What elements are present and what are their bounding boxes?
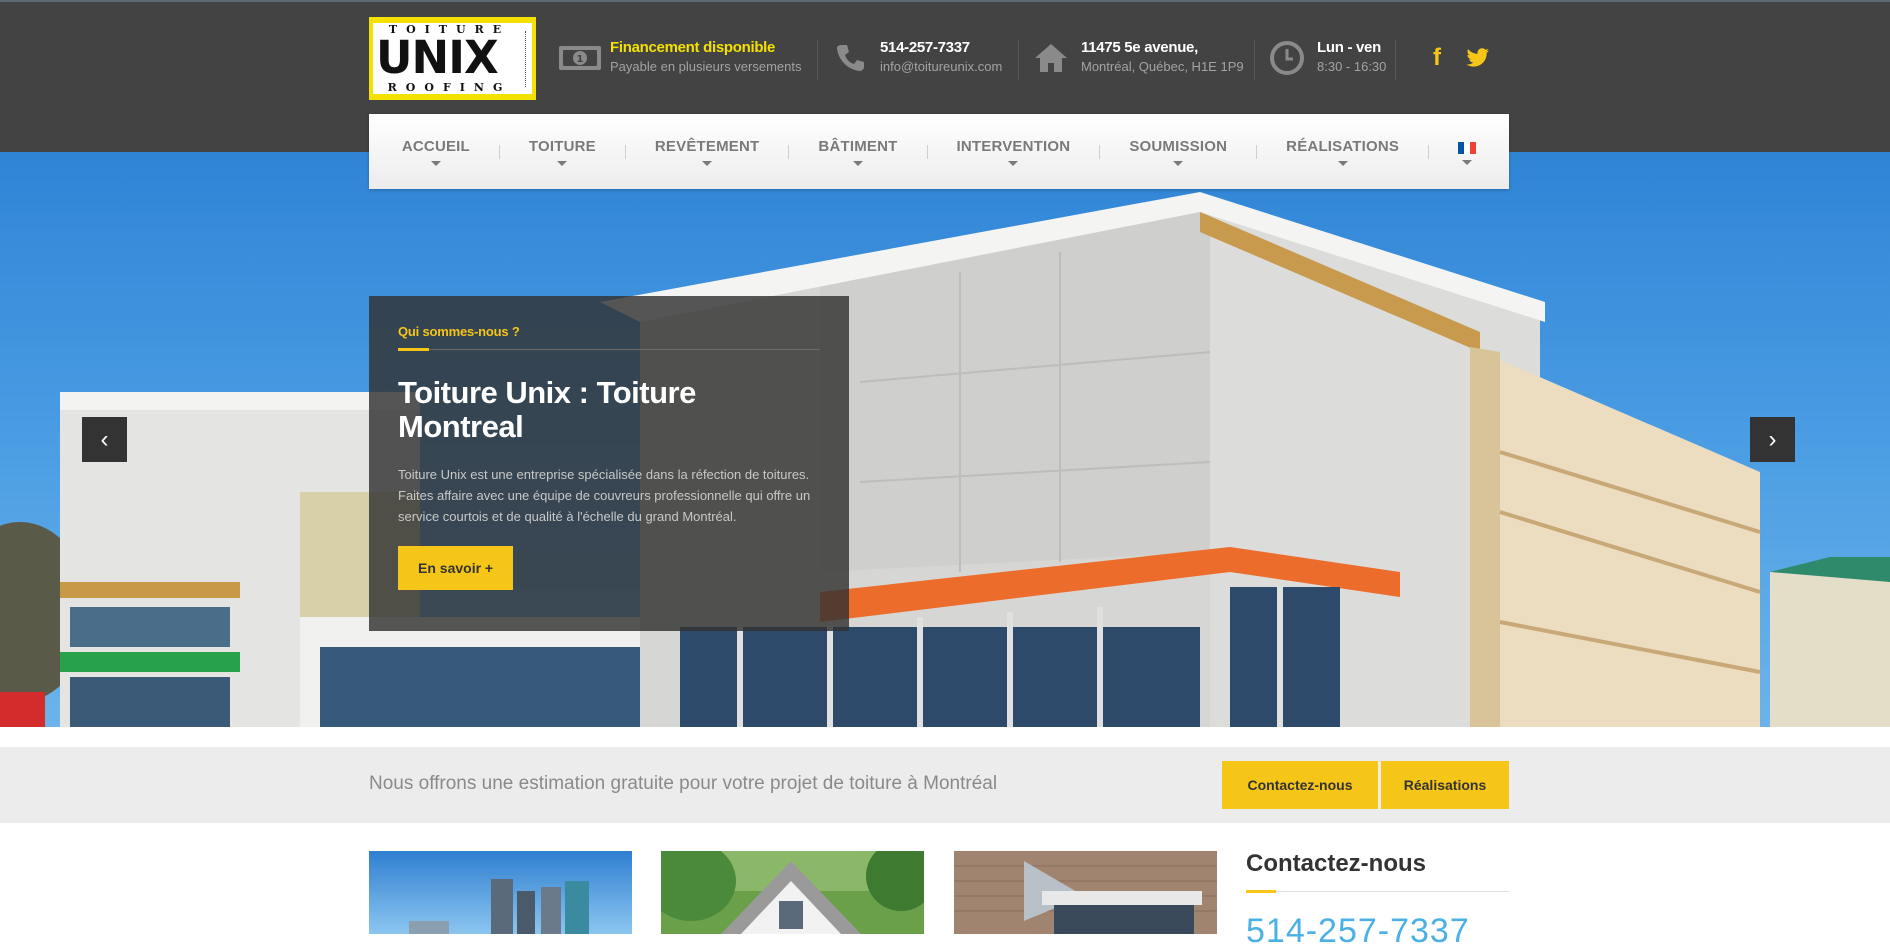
nav-item-intervention[interactable]: INTERVENTION	[928, 114, 1100, 189]
hero-body: Toiture Unix est une entreprise spéciali…	[398, 467, 811, 524]
caret-down-icon	[1008, 160, 1019, 166]
nav-item-toiture[interactable]: TOITURE	[500, 114, 625, 189]
thumbnail-house[interactable]	[661, 851, 924, 934]
logo-side-decoration	[525, 31, 531, 87]
caret-down-icon	[430, 160, 441, 166]
main-navigation: ACCUEIL TOITURE REVÊTEMENT BÂTIMENT INTE…	[369, 114, 1509, 189]
thumbnail-building[interactable]	[954, 851, 1217, 934]
phone-icon	[828, 38, 872, 78]
chevron-left-icon: ‹	[100, 425, 109, 453]
hero-title: Toiture Unix : Toiture Montreal	[398, 375, 696, 444]
financing-title: Financement disponible	[610, 39, 776, 56]
caret-down-icon	[1173, 160, 1184, 166]
address-info: 11475 5e avenue, Montréal, Québec, H1E 1…	[1029, 38, 1244, 82]
hours-days: Lun - ven	[1317, 39, 1381, 56]
home-icon	[1029, 38, 1073, 78]
nav-label: REVÊTEMENT	[654, 137, 760, 155]
address-line-1: 11475 5e avenue,	[1081, 39, 1198, 56]
info-divider	[1395, 40, 1396, 80]
chevron-right-icon: ›	[1768, 425, 1777, 453]
address-line-2: Montréal, Québec, H1E 1P9	[1081, 59, 1244, 74]
facebook-icon[interactable]: f	[1433, 44, 1441, 72]
logo-main-text: UNIX	[376, 31, 499, 84]
slider-prev-button[interactable]: ‹	[82, 417, 127, 462]
hero-slider: Qui sommes-nous ? Toiture Unix : Toiture…	[0, 152, 1890, 727]
money-icon: 1	[558, 38, 602, 78]
french-flag-icon	[1458, 141, 1477, 154]
learn-more-button[interactable]: En savoir +	[398, 546, 514, 590]
info-divider	[817, 40, 818, 80]
nav-item-realisations[interactable]: RÉALISATIONS	[1257, 114, 1428, 189]
hours-time: 8:30 - 16:30	[1317, 59, 1387, 74]
nav-item-language[interactable]	[1429, 114, 1505, 189]
contact-button[interactable]: Contactez-nous	[1222, 761, 1378, 809]
phone-info: 514-257-7337 info@toitureunix.com	[828, 38, 1002, 82]
nav-label: TOITURE	[528, 137, 596, 155]
projects-button[interactable]: Réalisations	[1381, 761, 1509, 809]
hero-card: Qui sommes-nous ? Toiture Unix : Toiture…	[369, 296, 849, 631]
estimate-band: Nous offrons une estimation gratuite pou…	[0, 747, 1890, 823]
nav-item-accueil[interactable]: ACCUEIL	[373, 114, 499, 189]
contact-phone[interactable]: 514-257-7337	[1246, 912, 1470, 951]
caret-down-icon	[557, 160, 568, 166]
hours-info: Lun - ven 8:30 - 16:30	[1265, 38, 1386, 82]
estimate-message: Nous offrons une estimation gratuite pou…	[369, 773, 998, 794]
hero-kicker: Qui sommes-nous ?	[398, 324, 520, 339]
contact-heading: Contactez-nous	[1246, 850, 1426, 877]
hero-background-image	[0, 192, 1890, 727]
nav-label: INTERVENTION	[956, 137, 1071, 155]
caret-down-icon	[1337, 160, 1348, 166]
financing-subtitle: Payable en plusieurs versements	[610, 59, 802, 74]
logo-bottom-text: ROOFING	[387, 81, 512, 94]
nav-label: SOUMISSION	[1129, 137, 1228, 155]
caret-down-icon	[1462, 159, 1473, 165]
nav-item-batiment[interactable]: BÂTIMENT	[789, 114, 926, 189]
nav-label: ACCUEIL	[401, 137, 470, 155]
nav-item-revetement[interactable]: REVÊTEMENT	[626, 114, 789, 189]
contact-rule	[1246, 890, 1509, 893]
slider-next-button[interactable]: ›	[1750, 417, 1795, 462]
site-logo[interactable]: TOITURE UNIX ROOFING	[369, 17, 536, 100]
hero-rule	[398, 348, 820, 351]
nav-label: RÉALISATIONS	[1286, 137, 1400, 155]
nav-item-soumission[interactable]: SOUMISSION	[1100, 114, 1256, 189]
clock-icon	[1265, 38, 1309, 78]
email-address[interactable]: info@toitureunix.com	[880, 58, 1002, 76]
info-divider	[1018, 40, 1019, 80]
phone-number[interactable]: 514-257-7337	[880, 38, 1002, 58]
svg-text:1: 1	[577, 54, 584, 65]
info-divider	[1254, 40, 1255, 80]
thumbnail-city[interactable]	[369, 851, 632, 934]
twitter-icon[interactable]	[1466, 47, 1490, 75]
financing-info: 1 Financement disponible Payable en plus…	[558, 38, 802, 82]
caret-down-icon	[852, 160, 863, 166]
caret-down-icon	[702, 160, 713, 166]
nav-label: BÂTIMENT	[818, 137, 898, 155]
